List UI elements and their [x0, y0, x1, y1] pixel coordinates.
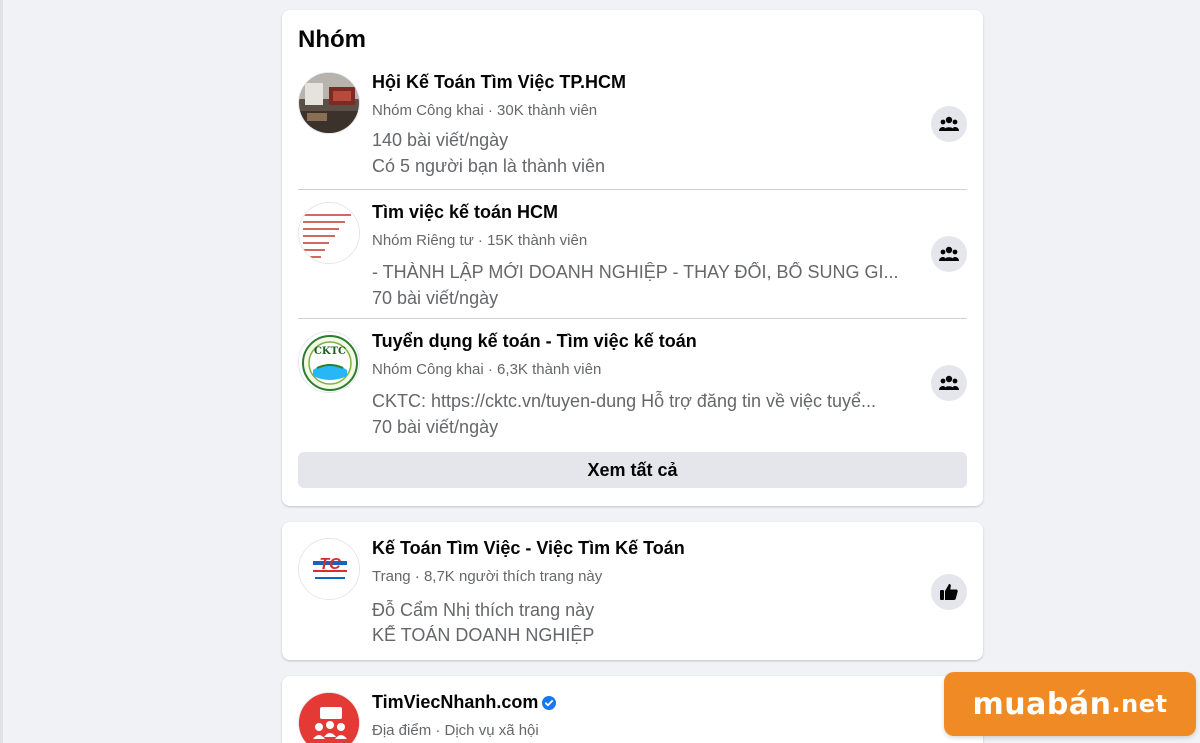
group-meta: Nhóm Công khai · 30K thành viên: [372, 102, 598, 119]
group-avatar[interactable]: CKTC: [298, 331, 360, 393]
group-name[interactable]: Hội Kế Toán Tìm Việc TP.HCM: [372, 72, 626, 93]
group-description: - THÀNH LẬP MỚI DOANH NGHIỆP - THAY ĐỔI,…: [372, 262, 899, 282]
page-friend-likes: Đỗ Cẩm Nhị thích trang này: [372, 600, 595, 620]
avatar-logo-text: CKTC: [313, 346, 347, 357]
divider: [298, 318, 967, 319]
brand-suffix: .net: [1111, 690, 1168, 718]
place-meta: Địa điểm · Dịch vụ xã hội: [372, 722, 539, 739]
like-icon: [940, 584, 958, 600]
page-meta: Trang · 8,7K người thích trang này: [372, 568, 603, 585]
group-activity: 70 bài viết/ngày: [372, 288, 499, 308]
page-avatar[interactable]: TC: [298, 538, 360, 600]
brand-text: muabán: [972, 686, 1112, 722]
group-avatar[interactable]: [298, 202, 360, 264]
join-group-button[interactable]: [931, 365, 967, 401]
brand-watermark: muabán .net: [944, 672, 1196, 736]
place-name-text: TimViecNhanh.com: [372, 692, 539, 712]
join-group-icon: [939, 375, 959, 390]
group-result-item[interactable]: CKTC Tuyển dụng kế toán - Tìm việc kế to…: [298, 331, 967, 441]
page-category: KẾ TOÁN DOANH NGHIỆP: [372, 625, 595, 645]
group-activity: 70 bài viết/ngày: [372, 417, 499, 437]
page-result-card: TC Kế Toán Tìm Việc - Việc Tìm Kế Toán T…: [282, 522, 983, 660]
page-name[interactable]: Kế Toán Tìm Việc - Việc Tìm Kế Toán: [372, 538, 685, 559]
section-title: Nhóm: [298, 26, 366, 53]
group-result-item[interactable]: Tìm việc kế toán HCM Nhóm Riêng tư · 15K…: [298, 202, 967, 319]
group-result-item[interactable]: Hội Kế Toán Tìm Việc TP.HCM Nhóm Công kh…: [298, 72, 967, 190]
group-name[interactable]: Tuyển dụng kế toán - Tìm việc kế toán: [372, 331, 697, 352]
left-edge-border: [0, 0, 3, 743]
group-description: CKTC: https://cktc.vn/tuyen-dung Hỗ trợ …: [372, 391, 877, 411]
verified-badge-icon: [542, 696, 557, 711]
place-avatar[interactable]: [298, 692, 360, 743]
place-result-card: TimViecNhanh.com Địa điểm · Dịch vụ xã h…: [282, 676, 983, 743]
place-result-item[interactable]: TimViecNhanh.com Địa điểm · Dịch vụ xã h…: [298, 692, 967, 743]
join-group-button[interactable]: [931, 106, 967, 142]
like-page-button[interactable]: [931, 574, 967, 610]
join-group-button[interactable]: [931, 236, 967, 272]
avatar-logo-text: TC: [319, 556, 341, 573]
group-meta: Nhóm Công khai · 6,3K thành viên: [372, 361, 602, 378]
join-group-icon: [939, 116, 959, 131]
page-result-item[interactable]: TC Kế Toán Tìm Việc - Việc Tìm Kế Toán T…: [298, 538, 967, 648]
group-name[interactable]: Tìm việc kế toán HCM: [372, 202, 558, 223]
divider: [298, 189, 967, 190]
place-name[interactable]: TimViecNhanh.com: [372, 692, 557, 713]
group-avatar[interactable]: [298, 72, 360, 134]
group-friends-info: Có 5 người bạn là thành viên: [372, 156, 606, 176]
group-activity: 140 bài viết/ngày: [372, 130, 509, 150]
groups-section-card: Nhóm Hội Kế Toán Tìm Việc TP.HCM Nhóm Cô…: [282, 10, 983, 506]
see-all-button[interactable]: Xem tất cả: [298, 452, 967, 488]
group-meta: Nhóm Riêng tư · 15K thành viên: [372, 232, 588, 249]
join-group-icon: [939, 246, 959, 261]
